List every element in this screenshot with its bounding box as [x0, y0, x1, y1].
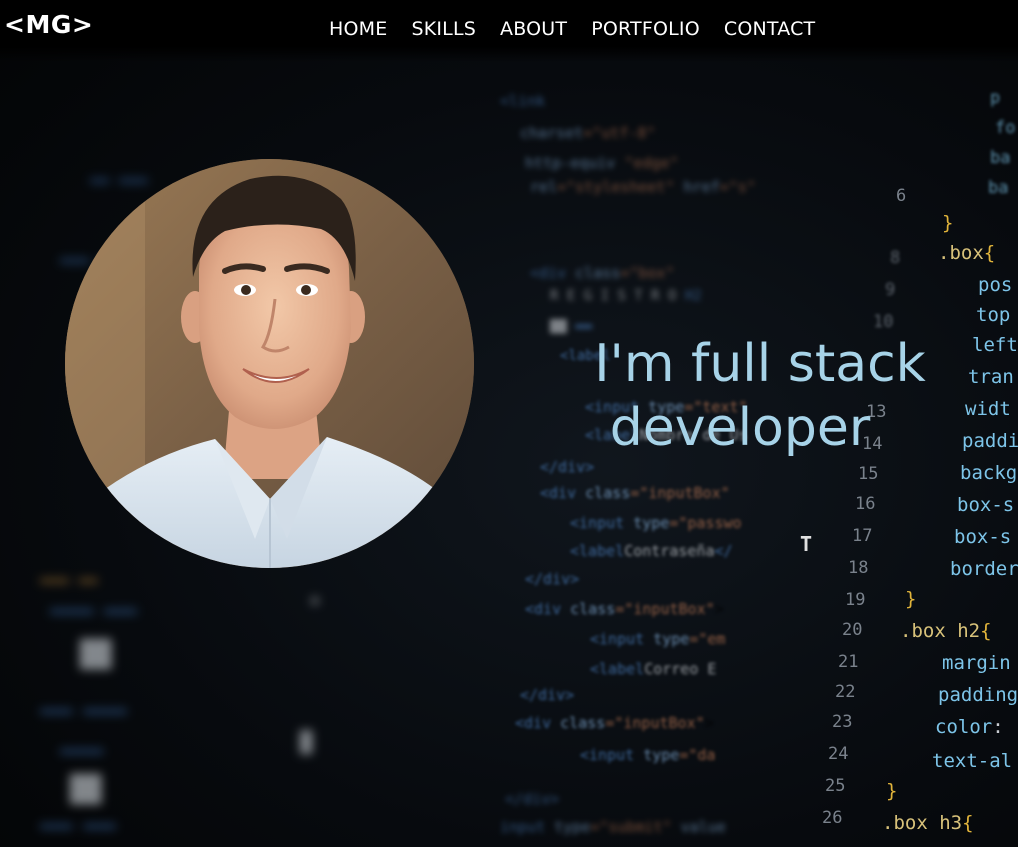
nav-menu: HOME SKILLS ABOUT PORTFOLIO CONTACT — [329, 18, 815, 40]
top-navbar: <MG> HOME SKILLS ABOUT PORTFOLIO CONTACT — [0, 0, 1018, 62]
nav-link-contact[interactable]: CONTACT — [724, 18, 816, 40]
nav-link-skills[interactable]: SKILLS — [411, 18, 476, 40]
profile-photo — [65, 159, 474, 568]
site-logo[interactable]: <MG> — [4, 10, 93, 39]
hero-headline: I'm full stack developer — [560, 334, 960, 458]
nav-link-about[interactable]: ABOUT — [500, 18, 567, 40]
nav-link-portfolio[interactable]: PORTFOLIO — [591, 18, 700, 40]
headline-line-2: developer — [609, 398, 871, 458]
headline-line-1: I'm full stack — [594, 334, 926, 394]
nav-link-home[interactable]: HOME — [329, 18, 387, 40]
hero-section: ▬▬ ▬▬▬ ▬▬▬ ▬▬ ▬▬▬ ▬▬ ▬▬▬▬ ▬▬▬ ██ ▬▬▬ ▬▬▬… — [0, 0, 1018, 847]
